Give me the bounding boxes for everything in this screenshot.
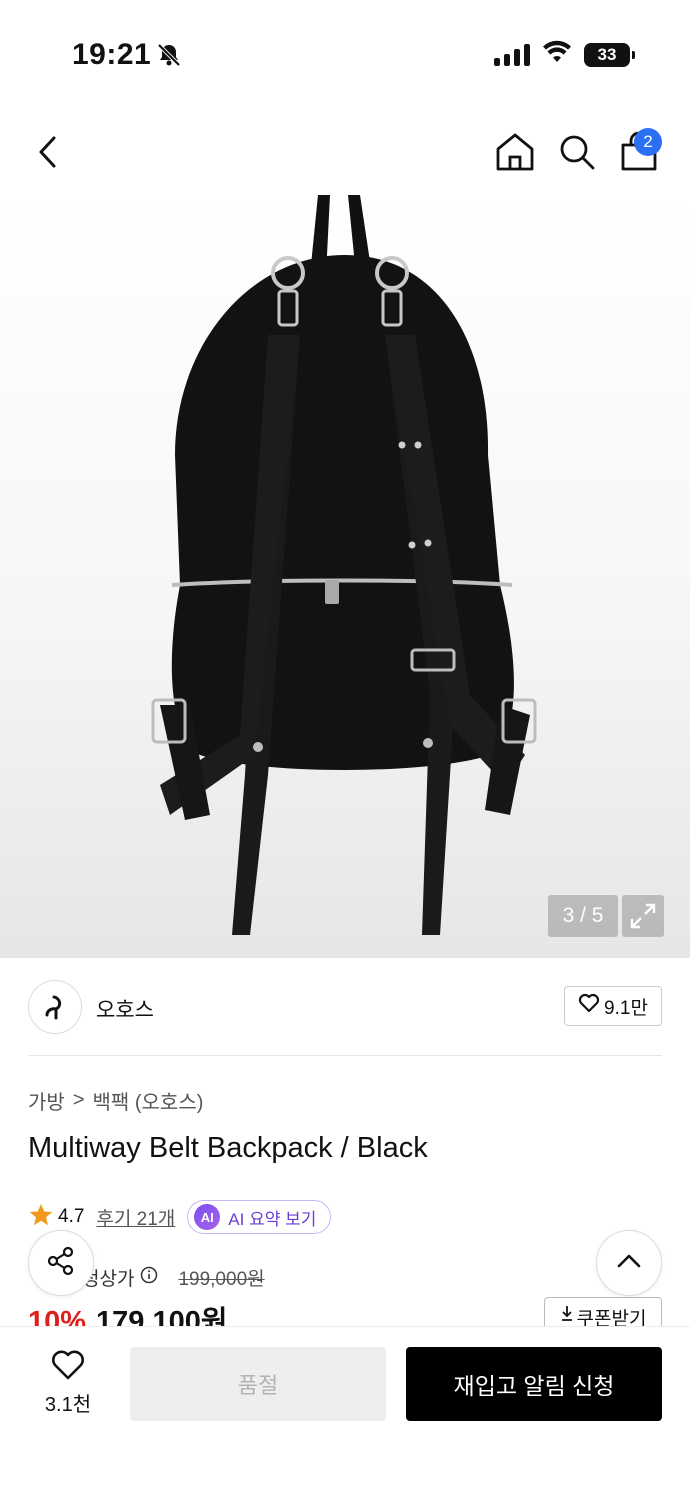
reviews-link[interactable]: 후기 21개	[96, 1204, 175, 1231]
brand-logo-icon[interactable]	[28, 980, 82, 1034]
share-button[interactable]	[28, 1230, 94, 1296]
star-icon	[28, 1202, 54, 1233]
original-price: 199,000원	[178, 1269, 265, 1290]
search-icon[interactable]	[556, 130, 598, 174]
scroll-top-button[interactable]	[596, 1230, 662, 1296]
ai-summary-button[interactable]: AI AI 요약 보기	[187, 1200, 332, 1234]
product-title: Multiway Belt Backpack / Black	[28, 1132, 428, 1164]
heart-outline-icon	[578, 993, 600, 1019]
breadcrumb: 가방 > 백팩 (오호스)	[28, 1086, 203, 1115]
cart-count-badge[interactable]: 2	[634, 128, 662, 156]
wishlist-button[interactable]: 3.1천	[28, 1349, 108, 1417]
download-icon	[560, 1304, 574, 1327]
divider	[28, 1055, 662, 1056]
brand-like-button[interactable]: 9.1만	[564, 986, 662, 1026]
info-icon[interactable]	[140, 1266, 158, 1290]
expand-icon[interactable]	[622, 895, 664, 937]
share-icon	[45, 1245, 77, 1282]
brand-like-count: 9.1만	[604, 997, 648, 1019]
status-bar: 19:21 33	[0, 0, 690, 110]
home-icon[interactable]	[494, 130, 536, 174]
image-counter: 3 / 5	[548, 895, 618, 937]
chevron-up-icon	[615, 1251, 643, 1276]
wishlist-count: 3.1천	[44, 1394, 92, 1416]
ai-summary-label: AI 요약 보기	[228, 1209, 317, 1229]
breadcrumb-category[interactable]: 가방	[28, 1086, 65, 1115]
bell-slash-icon	[156, 42, 182, 73]
back-arrow-icon[interactable]	[30, 130, 70, 174]
product-image[interactable]	[0, 195, 690, 958]
backpack-illustration	[151, 195, 537, 935]
ai-badge-icon: AI	[194, 1204, 221, 1230]
status-time: 19:21	[72, 38, 152, 71]
rating-value: 4.7	[58, 1206, 85, 1227]
bottom-action-bar: 3.1천 품절 재입고 알림 신청	[0, 1326, 690, 1500]
signal-icon	[494, 43, 530, 66]
breadcrumb-separator: >	[72, 1089, 85, 1111]
restock-alert-button[interactable]: 재입고 알림 신청	[406, 1347, 662, 1421]
top-nav-bar	[0, 110, 690, 195]
rating-row: 4.7 후기 21개 AI AI 요약 보기	[28, 1199, 332, 1235]
battery-level: 33	[597, 44, 617, 64]
brand-row: 오호스 9.1만	[28, 978, 662, 1038]
coupon-label: 쿠폰받기	[576, 1309, 647, 1327]
brand-name[interactable]: 오호스	[96, 994, 154, 1024]
breadcrumb-subcategory[interactable]: 백팩 (오호스)	[93, 1086, 204, 1115]
sale-price: 179,100원	[96, 1306, 228, 1328]
heart-outline-icon	[50, 1350, 86, 1385]
coupon-button[interactable]: 쿠폰받기	[544, 1297, 662, 1327]
soldout-button: 품절	[130, 1347, 386, 1421]
price-row: 10% 179,100원	[28, 1298, 228, 1328]
discount-rate: 10%	[28, 1306, 87, 1328]
wifi-icon	[542, 40, 572, 69]
battery-icon: 33	[584, 42, 635, 67]
